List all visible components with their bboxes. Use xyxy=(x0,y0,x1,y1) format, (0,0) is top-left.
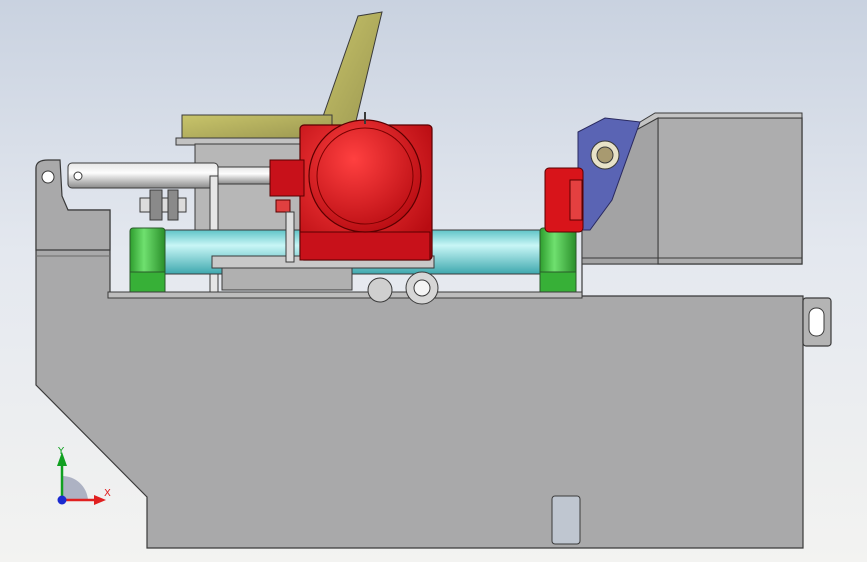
bolt-nut xyxy=(149,189,163,221)
hydraulic-cylinder xyxy=(67,162,219,189)
motor-housing-circle xyxy=(308,119,422,233)
coordinate-triad xyxy=(57,452,106,505)
cad-viewport[interactable]: Y X xyxy=(0,0,867,562)
cylinder-rod xyxy=(217,166,279,185)
y-axis-label: Y xyxy=(57,446,65,457)
machine-drawing: Y X xyxy=(35,11,832,549)
inspection-window xyxy=(551,495,581,545)
right-housing xyxy=(657,117,803,265)
left-lug-hole xyxy=(41,170,55,184)
right-mount-slot xyxy=(808,307,825,337)
x-axis-label: X xyxy=(104,488,111,499)
